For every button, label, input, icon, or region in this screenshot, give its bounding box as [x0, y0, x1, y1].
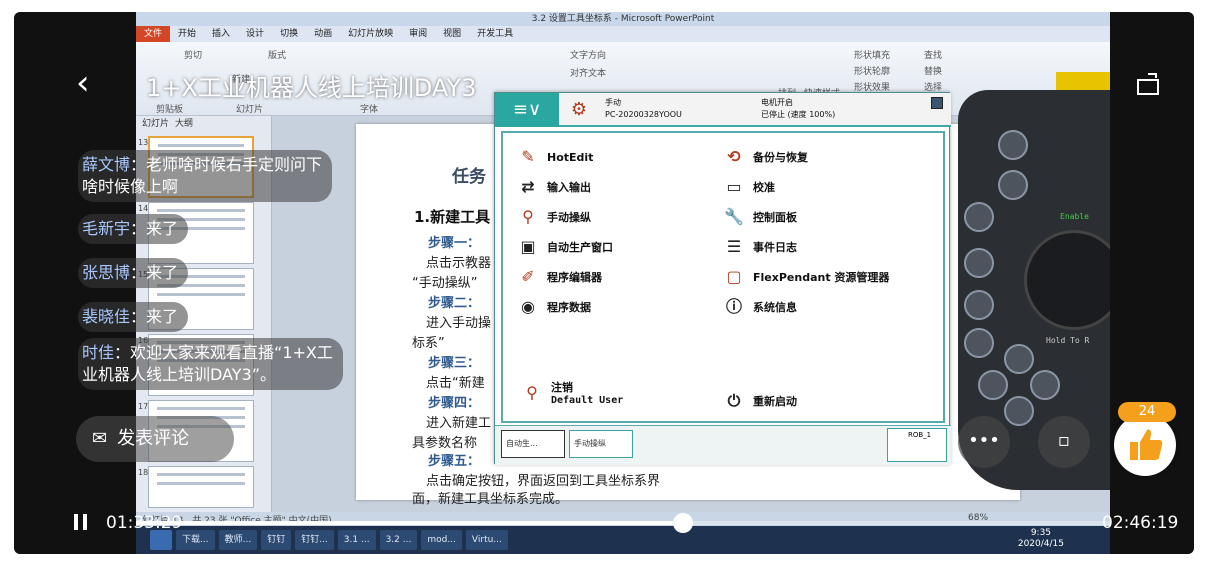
chat-text: 来了 [146, 263, 179, 282]
screen-cast-icon[interactable]: ▫ [1038, 416, 1090, 468]
like-button[interactable] [1114, 414, 1176, 476]
like-count-badge: 24 [1118, 402, 1176, 422]
chat-text: 欢迎大家来观看直播“1+X工 [130, 343, 333, 362]
player-controls: 01:33:29 02:46:19 [14, 506, 1194, 554]
rotate-screen-icon[interactable] [1134, 70, 1164, 100]
pause-icon[interactable] [74, 514, 88, 532]
chat-text: 来了 [146, 219, 179, 238]
chat-message: 裴晓佳：来了 [78, 302, 189, 332]
chat-username[interactable]: 时佳 [82, 343, 114, 362]
chat-username[interactable]: 毛新宇 [82, 219, 130, 238]
comment-icon: ✉ [92, 428, 108, 449]
progress-knob[interactable] [673, 513, 694, 533]
chat-separator: ： [130, 263, 147, 282]
chat-separator: ： [114, 343, 131, 362]
comment-placeholder: 发表评论 [117, 428, 190, 449]
chat-text-continued: 业机器人线上培训DAY3”。 [82, 365, 276, 384]
total-time: 02:46:19 [1102, 513, 1179, 533]
progress-bar[interactable] [136, 513, 1110, 533]
progress-fill [136, 521, 684, 525]
chat-text: 老师啥时候右手定则问下 [146, 155, 323, 174]
back-icon[interactable]: ‹ [76, 66, 106, 102]
chat-username[interactable]: 薛文博 [82, 155, 130, 174]
chat-username[interactable]: 裴晓佳 [82, 307, 130, 326]
chat-message: 薛文博：老师啥时候右手定则问下啥时候像上啊 [78, 150, 333, 202]
thumbs-up-icon [1130, 429, 1163, 460]
chat-message: 张思博：来了 [78, 258, 189, 288]
chat-text: 来了 [146, 307, 179, 326]
chat-message: 毛新宇：来了 [78, 214, 189, 244]
chat-separator: ： [130, 219, 147, 238]
comment-input[interactable]: ✉ 发表评论 [76, 416, 234, 462]
more-icon[interactable]: ••• [958, 416, 1010, 468]
chat-username[interactable]: 张思博 [82, 263, 130, 282]
chat-text-continued: 啥时候像上啊 [82, 177, 179, 196]
chat-separator: ： [130, 155, 147, 174]
chat-separator: ： [130, 307, 147, 326]
stream-title: 1+X工业机器人线上培训DAY3 [146, 74, 477, 102]
chat-message: 时佳：欢迎大家来观看直播“1+X工业机器人线上培训DAY3”。 [78, 338, 343, 390]
stream-overlay: ‹ 1+X工业机器人线上培训DAY3 薛文博：老师啥时候右手定则问下 啥时候像上啊… [14, 12, 1194, 554]
